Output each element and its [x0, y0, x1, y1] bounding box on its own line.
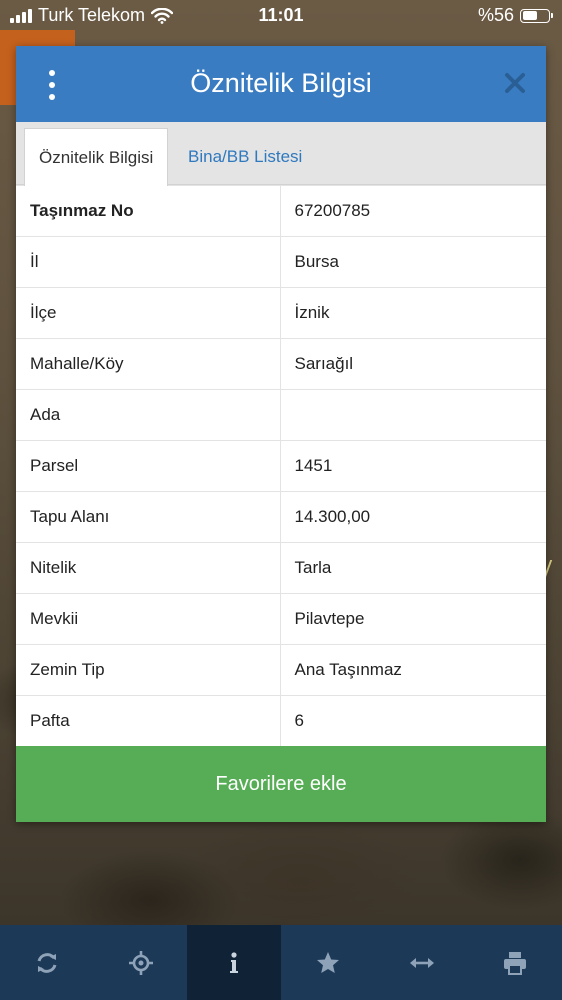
attribute-label: Pafta	[16, 695, 281, 747]
bottom-toolbar	[0, 925, 562, 1000]
tab-bar: Öznitelik Bilgisi Bina/BB Listesi	[16, 122, 546, 186]
toolbar-info[interactable]	[187, 925, 282, 1000]
battery-icon	[520, 8, 553, 23]
toolbar-measure[interactable]	[375, 925, 469, 1000]
table-row: İlçe İznik	[16, 287, 546, 339]
table-row: Parsel 1451	[16, 440, 546, 492]
print-icon	[504, 951, 527, 975]
attribute-value: 14.300,00	[280, 491, 546, 543]
attribute-dialog: Öznitelik Bilgisi Öznitelik Bilgisi Bina…	[16, 46, 546, 822]
attribute-label: Mahalle/Köy	[16, 338, 281, 390]
attribute-value: 6	[280, 695, 546, 747]
toolbar-favorites[interactable]	[281, 925, 375, 1000]
toolbar-refresh[interactable]	[0, 925, 94, 1000]
attribute-label: Ada	[16, 389, 281, 441]
toolbar-print[interactable]	[468, 925, 562, 1000]
attribute-label: Nitelik	[16, 542, 281, 594]
attribute-value: 67200785	[280, 185, 546, 237]
attribute-value	[280, 389, 546, 441]
attribute-value: Bursa	[280, 236, 546, 288]
attribute-value: Ana Taşınmaz	[280, 644, 546, 696]
status-bar: Turk Telekom 11:01 %56	[0, 0, 562, 32]
add-to-favorites-button[interactable]: Favorilere ekle	[16, 746, 546, 822]
info-icon	[230, 951, 239, 973]
table-row: Pafta 6	[16, 695, 546, 747]
table-row: Zemin Tip Ana Taşınmaz	[16, 644, 546, 696]
battery-percentage: %56	[477, 5, 514, 25]
table-row: Nitelik Tarla	[16, 542, 546, 594]
table-row: Taşınmaz No 67200785	[16, 185, 546, 237]
attribute-label: Taşınmaz No	[16, 185, 281, 237]
attribute-table: Taşınmaz No 67200785 İl Bursa İlçe İznik Mahal…	[16, 185, 546, 747]
attribute-label: Parsel	[16, 440, 281, 492]
locate-icon	[128, 950, 153, 975]
attribute-label: Tapu Alanı	[16, 491, 281, 543]
table-row: Ada	[16, 389, 546, 441]
close-icon[interactable]	[502, 70, 528, 96]
tab-attribute-info[interactable]: Öznitelik Bilgisi	[24, 128, 169, 186]
measure-icon	[409, 957, 434, 968]
attribute-label: Mevkii	[16, 593, 281, 645]
table-row: Mahalle/Köy Sarıağıl	[16, 338, 546, 390]
toolbar-locate[interactable]	[94, 925, 188, 1000]
attribute-value: 1451	[280, 440, 546, 492]
table-row: İl Bursa	[16, 236, 546, 288]
refresh-icon	[37, 952, 57, 973]
dialog-header: Öznitelik Bilgisi	[16, 46, 546, 122]
star-icon	[316, 951, 339, 973]
attribute-value: Tarla	[280, 542, 546, 594]
attribute-value: Sarıağıl	[280, 338, 546, 390]
tab-building-list[interactable]: Bina/BB Listesi	[174, 128, 316, 185]
attribute-label: İl	[16, 236, 281, 288]
attribute-value: İznik	[280, 287, 546, 339]
dialog-title: Öznitelik Bilgisi	[190, 68, 372, 98]
attribute-value: Pilavtepe	[280, 593, 546, 645]
table-row: Mevkii Pilavtepe	[16, 593, 546, 645]
attribute-label: Zemin Tip	[16, 644, 281, 696]
table-row: Tapu Alanı 14.300,00	[16, 491, 546, 543]
attribute-label: İlçe	[16, 287, 281, 339]
